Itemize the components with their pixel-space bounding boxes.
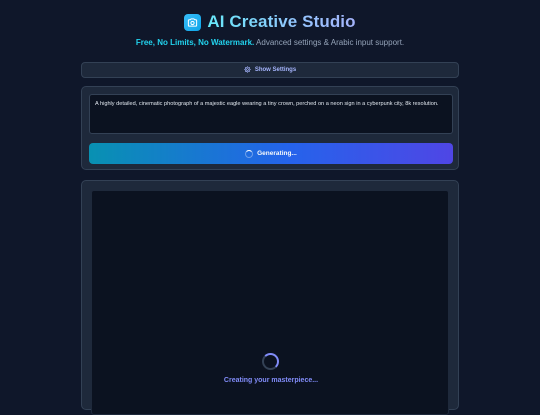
prompt-panel: A highly detailed, cinematic photograph … [81,86,459,170]
show-settings-label: Show Settings [254,67,297,73]
result-panel: Creating your masterpiece... [81,180,459,415]
subtitle-highlight: Free, No Limits, No Watermark. [135,38,255,47]
app-subtitle: Free, No Limits, No Watermark. Advanced … [0,38,540,47]
generate-button-label: Generating... [257,150,297,157]
show-settings-toggle[interactable]: Show Settings [81,62,459,78]
subtitle-text: Advanced settings & Arabic input support… [254,38,405,47]
generate-button[interactable]: Generating... [89,143,453,164]
camera-icon [184,13,202,31]
spinner-icon [245,149,254,158]
app-title: AI Creative Studio [207,12,356,31]
loading-status: Creating your masterpiece... [223,377,319,384]
title-row: AI Creative Studio [0,12,540,32]
gear-icon [244,65,251,75]
spinner-icon [262,353,279,370]
app-header: AI Creative Studio Free, No Limits, No W… [0,12,540,47]
image-canvas: Creating your masterpiece... [91,190,449,415]
prompt-textarea[interactable]: A highly detailed, cinematic photograph … [89,94,453,134]
